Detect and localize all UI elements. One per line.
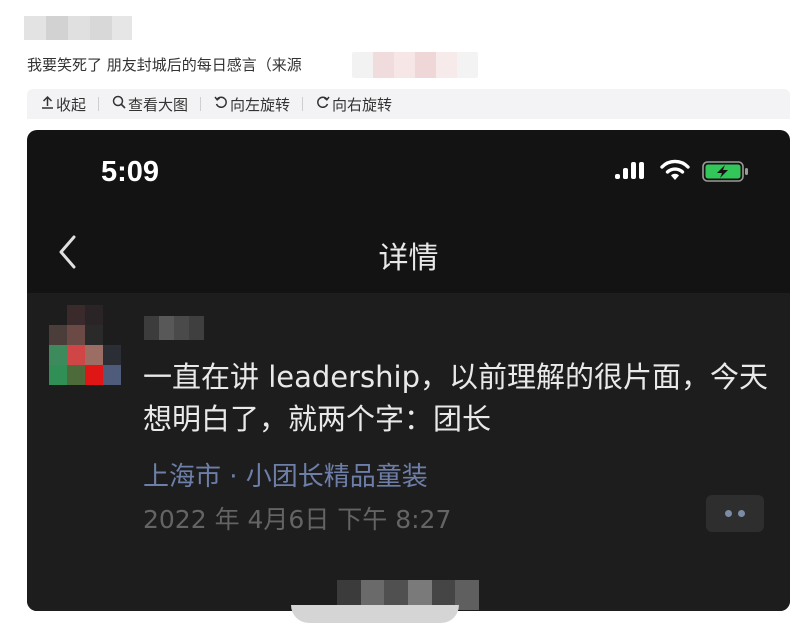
post-text: 我要笑死了 朋友封城后的每日感言（来源 [27,56,302,74]
rotate-left-button[interactable]: 向左旋转 [200,94,302,115]
rotate-left-icon [214,95,228,113]
rotate-right-button[interactable]: 向右旋转 [302,94,404,115]
image-toolbar: 收起 查看大图 向左旋转 向右旋转 [27,89,790,119]
moment-location-link[interactable]: 上海市 · 小团长精品童装 [143,456,428,493]
image-bottom-edge [291,605,459,623]
magnifier-icon [112,95,126,113]
moment-detail-panel [27,293,790,611]
username-blurred[interactable] [144,316,204,340]
status-time: 5:09 [101,156,160,188]
collapse-button[interactable]: 收起 [27,94,98,115]
view-large-button[interactable]: 查看大图 [98,94,200,115]
moment-timestamp: 2022 年 4月6日 下午 8:27 [143,505,452,534]
collapse-label: 收起 [56,95,87,114]
nav-title: 详情 [378,241,439,276]
moment-text: 一直在讲 leadership，以前理解的很片面，今天想明白了，就两个字：团长 [143,360,769,436]
screenshot-image[interactable]: 5:09 详情 一直在讲 leadership，以前理解的很片面，今天想明白了，… [27,130,790,611]
rotate-right-label: 向右旋转 [332,95,393,114]
rotate-right-icon [316,95,330,113]
rotate-left-label: 向左旋转 [230,95,291,114]
view-large-label: 查看大图 [128,95,189,114]
arrow-up-icon [41,95,54,113]
more-dots-icon [725,510,732,517]
source-link-blurred[interactable] [352,52,478,78]
avatar[interactable] [49,305,121,385]
wifi-icon [660,159,690,185]
battery-charging-icon [702,161,748,182]
author-name-blurred[interactable] [24,16,132,40]
cellular-signal-icon [615,162,645,182]
more-button[interactable] [706,495,764,532]
more-dots-icon [738,510,745,517]
